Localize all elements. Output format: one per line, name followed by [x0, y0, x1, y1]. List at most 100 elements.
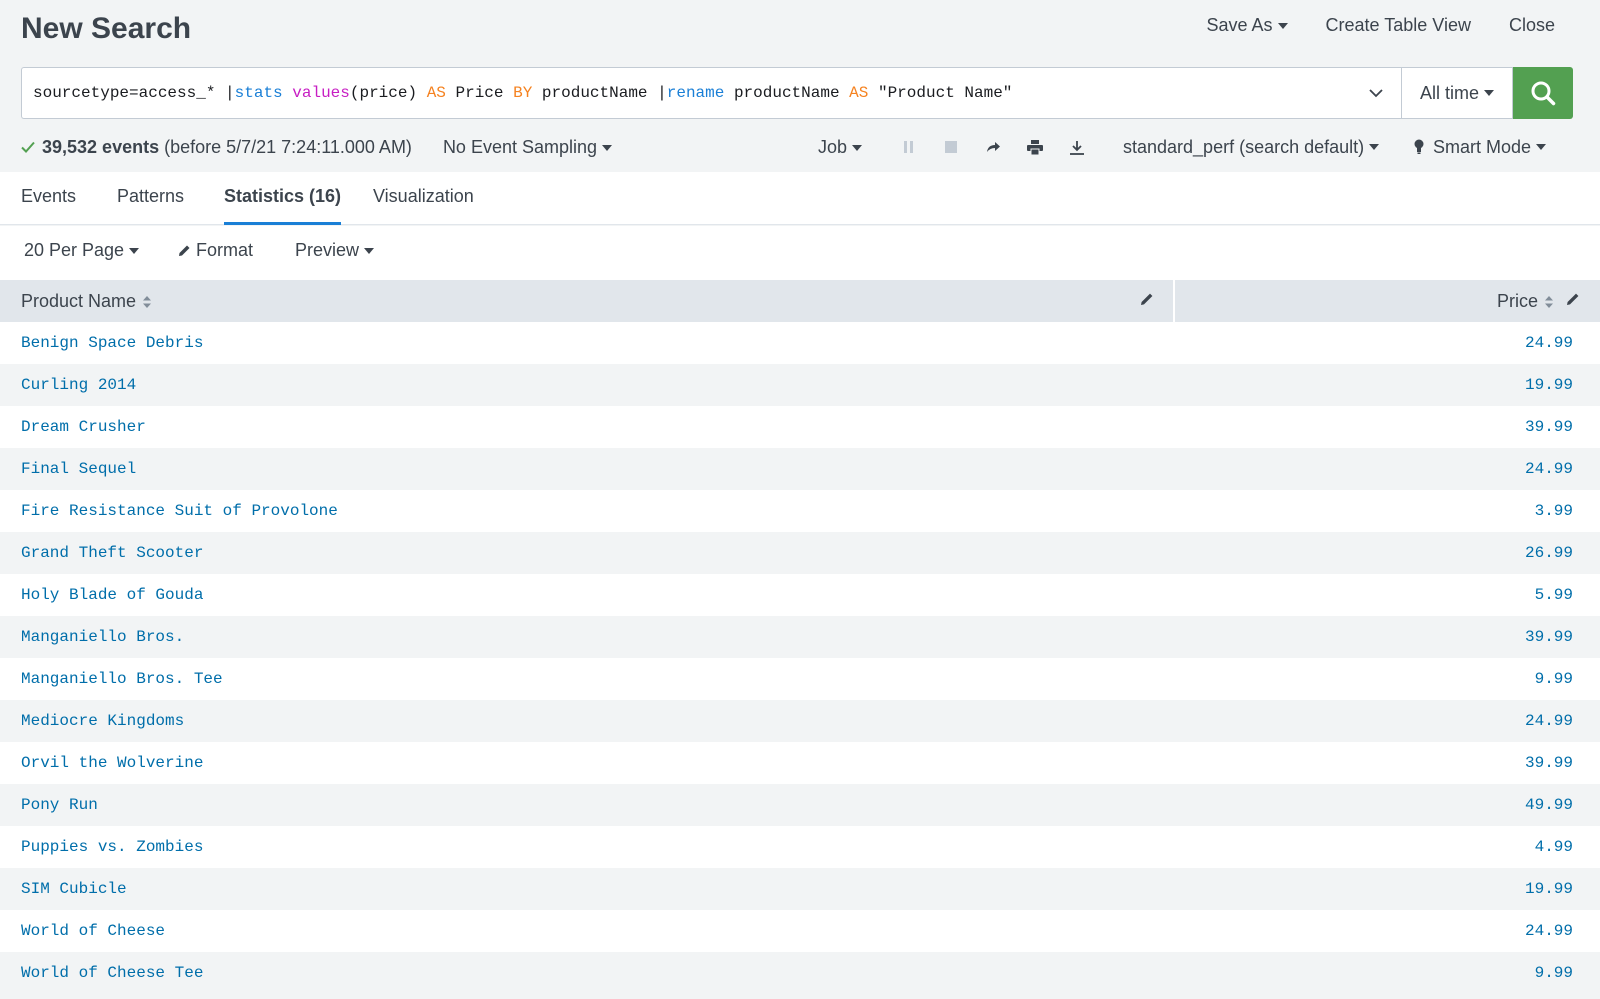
close-button[interactable]: Close: [1509, 15, 1555, 36]
search-mode-dropdown[interactable]: Smart Mode: [1413, 133, 1547, 161]
product-name-cell[interactable]: World of Cheese Tee: [21, 964, 203, 982]
product-name-cell[interactable]: Dream Crusher: [21, 418, 146, 436]
product-name-cell[interactable]: Final Sequel: [21, 460, 136, 478]
save-as-button[interactable]: Save As: [1206, 15, 1288, 36]
column-divider: [1173, 280, 1175, 322]
sort-icon: [143, 295, 152, 308]
price-cell[interactable]: 19.99: [1525, 376, 1573, 394]
search-bar: sourcetype=access_* | stats values (price)…: [21, 67, 1573, 119]
caret-down-icon: [1277, 23, 1288, 30]
price-cell[interactable]: 9.99: [1535, 670, 1573, 688]
price-cell[interactable]: 24.99: [1525, 922, 1573, 940]
product-name-cell[interactable]: Fire Resistance Suit of Provolone: [21, 502, 338, 520]
tab-patterns[interactable]: Patterns: [117, 186, 184, 225]
price-cell[interactable]: 26.99: [1525, 544, 1573, 562]
event-timestamp: (before 5/7/21 7:24:11.000 AM): [164, 136, 412, 157]
caret-down-icon: [1369, 144, 1380, 150]
lightbulb-icon: [1414, 139, 1424, 154]
time-range-label: All time: [1419, 82, 1479, 103]
stop-icon: [944, 140, 957, 153]
query-text: "Product Name": [868, 84, 1013, 102]
caret-down-icon: [364, 247, 375, 254]
job-controls: Job: [818, 133, 1098, 161]
product-name-cell[interactable]: Benign Space Debris: [21, 334, 203, 352]
sort-icon: [1545, 295, 1553, 308]
tab-events[interactable]: Events: [21, 186, 76, 225]
preview-dropdown[interactable]: Preview: [295, 240, 375, 261]
format-button[interactable]: Format: [178, 240, 253, 261]
product-name-cell[interactable]: Orvil the Wolverine: [21, 754, 203, 772]
table-row: World of Cheese 24.99: [0, 910, 1600, 952]
table-row: SIM Cubicle 19.99: [0, 868, 1600, 910]
search-icon: [1531, 81, 1556, 106]
product-name-cell[interactable]: World of Cheese: [21, 922, 165, 940]
caret-down-icon: [1536, 144, 1547, 150]
chevron-down-icon[interactable]: [1365, 82, 1387, 104]
table-row: Pony Run 49.99: [0, 784, 1600, 826]
price-cell[interactable]: 5.99: [1535, 586, 1573, 604]
price-cell[interactable]: 24.99: [1525, 712, 1573, 730]
column-header-price[interactable]: Price: [1497, 291, 1554, 312]
table-row: Orvil the Wolverine 39.99: [0, 742, 1600, 784]
price-cell[interactable]: 9.99: [1535, 964, 1573, 982]
product-name-cell[interactable]: Puppies vs. Zombies: [21, 838, 203, 856]
table-row: Dream Crusher 39.99: [0, 406, 1600, 448]
edit-icon[interactable]: [1566, 292, 1580, 306]
query-command: stats: [234, 84, 283, 102]
results-toolbar: 20 Per Page Format Preview: [0, 226, 1600, 280]
query-text: sourcetype=access_* |: [33, 84, 235, 102]
preview-label: Preview: [295, 240, 360, 260]
price-cell[interactable]: 19.99: [1525, 880, 1573, 898]
create-table-view-button[interactable]: Create Table View: [1326, 15, 1471, 36]
query-text: (price): [349, 84, 427, 102]
table-row: Manganiello Bros. Tee 9.99: [0, 658, 1600, 700]
print-icon: [1027, 139, 1044, 155]
event-sampling-dropdown[interactable]: No Event Sampling: [443, 137, 613, 158]
per-page-dropdown[interactable]: 20 Per Page: [24, 240, 140, 261]
pause-button[interactable]: [888, 133, 930, 161]
price-cell[interactable]: 4.99: [1535, 838, 1573, 856]
table-row: Manganiello Bros. 39.99: [0, 616, 1600, 658]
product-name-cell[interactable]: Grand Theft Scooter: [21, 544, 203, 562]
page-title: New Search: [21, 12, 192, 45]
column-label: Price: [1496, 291, 1538, 311]
column-label: Product Name: [21, 291, 137, 311]
table-header: Product Name Price: [0, 280, 1600, 322]
share-icon: [987, 142, 1001, 152]
search-query-input[interactable]: sourcetype=access_* | stats values (price)…: [21, 67, 1401, 119]
share-button[interactable]: [972, 133, 1014, 161]
print-button[interactable]: [1014, 133, 1056, 161]
price-cell[interactable]: 39.99: [1525, 754, 1573, 772]
price-cell[interactable]: 24.99: [1525, 334, 1573, 352]
edit-icon[interactable]: [1140, 292, 1154, 306]
caret-down-icon: [602, 144, 613, 151]
product-name-cell[interactable]: Mediocre Kingdoms: [21, 712, 184, 730]
price-cell[interactable]: 39.99: [1525, 418, 1573, 436]
column-header-product-name[interactable]: Product Name: [21, 291, 152, 312]
export-button[interactable]: [1056, 133, 1098, 161]
product-name-cell[interactable]: Curling 2014: [21, 376, 136, 394]
performance-profile-dropdown[interactable]: standard_perf (search default): [1123, 133, 1380, 161]
top-actions: Save As Create Table View Close: [1206, 15, 1555, 36]
tab-statistics[interactable]: Statistics (16): [224, 186, 342, 225]
job-menu[interactable]: Job: [818, 137, 863, 158]
query-text: Price: [445, 84, 514, 102]
product-name-cell[interactable]: Manganiello Bros.: [21, 628, 184, 646]
price-cell[interactable]: 39.99: [1525, 628, 1573, 646]
product-name-cell[interactable]: Manganiello Bros. Tee: [21, 670, 223, 688]
product-name-cell[interactable]: SIM Cubicle: [21, 880, 127, 898]
table-row: Holy Blade of Gouda 5.99: [0, 574, 1600, 616]
search-button[interactable]: [1513, 67, 1573, 119]
product-name-cell[interactable]: Pony Run: [21, 796, 98, 814]
product-name-cell[interactable]: Holy Blade of Gouda: [21, 586, 203, 604]
tab-visualization[interactable]: Visualization: [373, 186, 474, 225]
stop-button[interactable]: [930, 133, 972, 161]
pencil-icon: [179, 245, 190, 256]
table-row: World of Cheese Tee 9.99: [0, 952, 1600, 994]
time-range-picker[interactable]: All time: [1401, 67, 1513, 119]
mode-label: Smart Mode: [1433, 136, 1532, 157]
price-cell[interactable]: 24.99: [1525, 460, 1573, 478]
price-cell[interactable]: 49.99: [1525, 796, 1573, 814]
event-count: 39,532 events: [42, 136, 160, 157]
price-cell[interactable]: 3.99: [1535, 502, 1573, 520]
